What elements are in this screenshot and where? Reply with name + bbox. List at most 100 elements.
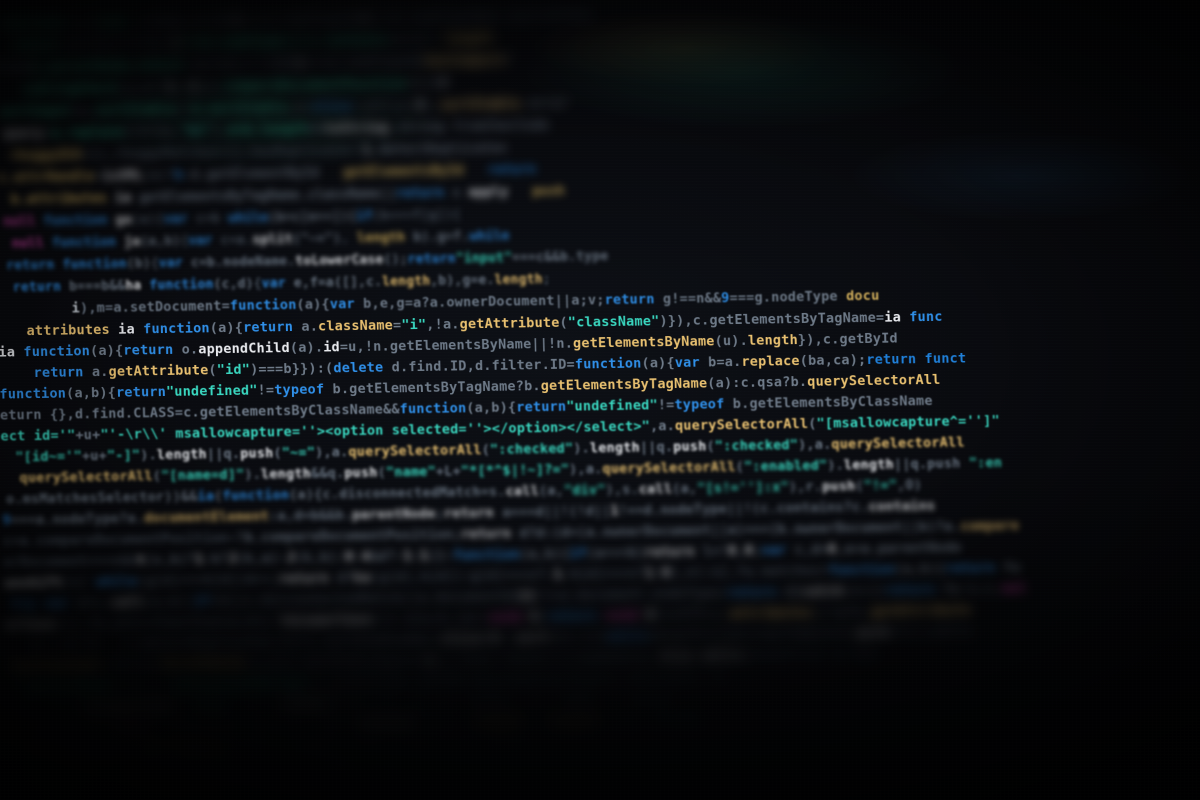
code-line: function return function a ! g[k] attr a… <box>9 756 542 780</box>
code-token: detectDuplicates <box>378 140 508 158</box>
code-token: typeof <box>674 396 725 413</box>
code-token: while <box>931 623 974 640</box>
code-token: (c) <box>62 574 96 591</box>
code-token: else while <box>659 647 744 666</box>
code-line: return a===b||!(!b||1!==b.nodeType||!c.c… <box>0 31 493 54</box>
code-token: ||q. <box>893 456 928 473</box>
code-token: return <box>0 279 70 296</box>
code-line: function a,b{var c=b&&a,d=c&&1===a.nodeT… <box>0 7 594 31</box>
code-token: o. <box>173 341 199 358</box>
code-token: !==d.nodeType||!(c.contains?c. <box>618 498 869 519</box>
code-token: return <box>944 559 996 577</box>
code-token: rbuggyQSA <box>9 147 83 164</box>
code-token: push <box>344 464 378 482</box>
code-token: ),a. <box>314 444 349 461</box>
code-token: (a,b,!p); <box>412 609 489 628</box>
code-token: ha <box>125 278 150 294</box>
code-token: ja <box>115 234 141 250</box>
code-token: delete <box>333 359 384 377</box>
code-token: ,rbuggyMatches= <box>105 145 227 162</box>
code-token: typeof <box>274 381 325 399</box>
code-token: textContent <box>9 658 102 676</box>
code-token: slice <box>440 631 483 648</box>
code-token: ] re <box>692 669 727 686</box>
code-token: return <box>16 364 84 382</box>
code-token: ":checked" <box>489 440 574 458</box>
code-token: e,f=a([],c. <box>285 274 383 292</box>
code-token: erCase <box>4 616 56 634</box>
code-token: type <box>576 249 609 265</box>
code-token: getElementsById <box>343 163 464 181</box>
code-token: =! <box>174 101 192 117</box>
code-token: toString <box>323 120 389 137</box>
code-token: (b=c[e++]){ <box>267 208 357 226</box>
code-token: ect id='" <box>0 427 76 445</box>
code-line: toLowerCase new RegExp "(^|" "(|$)" "j" … <box>14 735 523 759</box>
code-token: call <box>110 594 145 611</box>
code-token: c=a.compareDocumentPosition <box>2 530 229 550</box>
code-token: length <box>381 273 431 290</box>
code-token: "undefined" <box>566 397 659 415</box>
code-token: isXML <box>102 168 143 184</box>
code-token: (b=a[f++])b===a[f]&&(e=d. <box>648 625 857 645</box>
code-token: a.toLowerCase b e c "=" "!=" "^=" "$=" "… <box>102 775 644 800</box>
code-token: split <box>252 231 293 248</box>
code-token: a[ <box>618 670 644 687</box>
code-token: ). <box>140 447 158 464</box>
code-token: ,hasDuplicate=! <box>242 142 364 160</box>
code-token: return function a ! g[k] attr a b null !… <box>108 756 542 779</box>
code-token: (a) <box>641 355 667 372</box>
code-token: ,b= <box>287 99 312 116</box>
code-token: 4 <box>439 75 448 91</box>
code-token: 1 "odd" <box>514 692 599 710</box>
code-token: return <box>278 570 330 588</box>
code-token: d=s. <box>68 594 111 612</box>
code-token: return <box>242 318 294 336</box>
code-token: catch <box>801 583 844 601</box>
code-token: length <box>156 446 208 464</box>
code-token: ||a;v; <box>554 292 605 309</box>
code-token: return <box>115 383 167 401</box>
code-token: appendChild <box>198 340 291 358</box>
code-token: function <box>51 234 117 251</box>
code-token: ka <box>353 569 371 587</box>
code-token: length <box>494 272 543 288</box>
code-line: d=b&&b.parentNode;return a===d||!!(d&&1=… <box>0 52 513 76</box>
code-token: !==f?f:c. <box>654 606 730 624</box>
code-token: (a,b) <box>118 80 159 96</box>
code-token: , <box>340 230 358 247</box>
code-token: (rtrim, <box>123 123 180 140</box>
code-token: ||q. <box>206 445 241 463</box>
code-line: length a.toLowerCase b e c "=" "!=" "^="… <box>19 775 644 800</box>
code-token: sort <box>515 629 549 647</box>
code-token: getAttribute <box>459 314 560 333</box>
code-token: null <box>3 213 44 230</box>
code-token: ),s. <box>605 481 640 499</box>
code-token: (a) <box>209 319 235 337</box>
code-token: slice <box>281 696 324 714</box>
code-token: else <box>459 651 494 669</box>
code-token: b.parentNode <box>31 58 129 76</box>
code-token: compare <box>960 517 1020 535</box>
code-token: (d||c.disconnectedMatch||a.document&& <box>210 588 519 610</box>
code-token: 11 <box>518 588 536 605</box>
code-token: ;return <box>127 57 193 74</box>
code-token: length <box>747 332 799 349</box>
code-token: ownerDocument <box>446 292 555 311</box>
code-token: length <box>356 230 406 246</box>
code-token: docu <box>837 287 880 305</box>
code-token: ). <box>573 440 591 457</box>
code-token: ||!p?a. <box>812 603 872 621</box>
code-token: != <box>657 396 675 414</box>
code-token: for <box>101 657 136 675</box>
code-token: getElementsByTagName <box>540 375 708 395</box>
code-token: ||q. <box>639 439 674 456</box>
code-token: documentElement <box>143 508 270 527</box>
code-token: ret <box>842 645 877 663</box>
code-token: var <box>761 542 787 559</box>
code-token: }),c. <box>797 331 840 349</box>
code-token: d=b&& <box>0 60 32 76</box>
